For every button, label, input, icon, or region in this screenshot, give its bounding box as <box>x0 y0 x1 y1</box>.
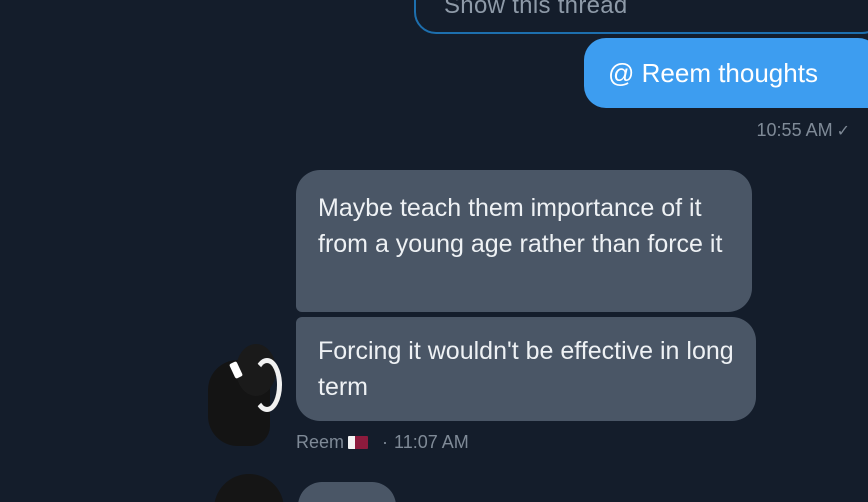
separator-dot: · <box>382 432 389 452</box>
incoming-message-bubble[interactable]: Forcing it wouldn't be effective in long… <box>296 317 756 421</box>
incoming-message-text: Maybe teach them importance of it from a… <box>318 194 723 258</box>
outgoing-time-text: 10:55 AM <box>756 120 833 140</box>
sender-avatar[interactable] <box>200 340 290 450</box>
avatar-ring <box>252 358 282 412</box>
outgoing-message-bubble[interactable]: @ Reem thoughts <box>584 38 868 108</box>
outgoing-message-text: @ Reem thoughts <box>608 58 818 88</box>
sender-avatar[interactable] <box>214 474 284 502</box>
show-thread-label: Show this thread <box>444 0 628 19</box>
sender-name[interactable]: Reem <box>296 432 344 453</box>
show-thread-card[interactable]: Show this thread <box>414 0 868 34</box>
message-meta: Reem · 11:07 AM <box>296 432 469 453</box>
check-icon: ✓ <box>836 123 850 140</box>
incoming-message-text: Forcing it wouldn't be effective in long… <box>318 337 734 401</box>
dm-conversation: Show this thread @ Reem thoughts 10:55 A… <box>0 0 868 502</box>
incoming-message-bubble[interactable] <box>298 482 396 502</box>
outgoing-timestamp: 10:55 AM ✓ <box>757 120 850 141</box>
qatar-flag-icon <box>348 436 369 449</box>
incoming-message-bubble[interactable]: Maybe teach them importance of it from a… <box>296 170 752 312</box>
incoming-timestamp: 11:07 AM <box>394 432 469 452</box>
